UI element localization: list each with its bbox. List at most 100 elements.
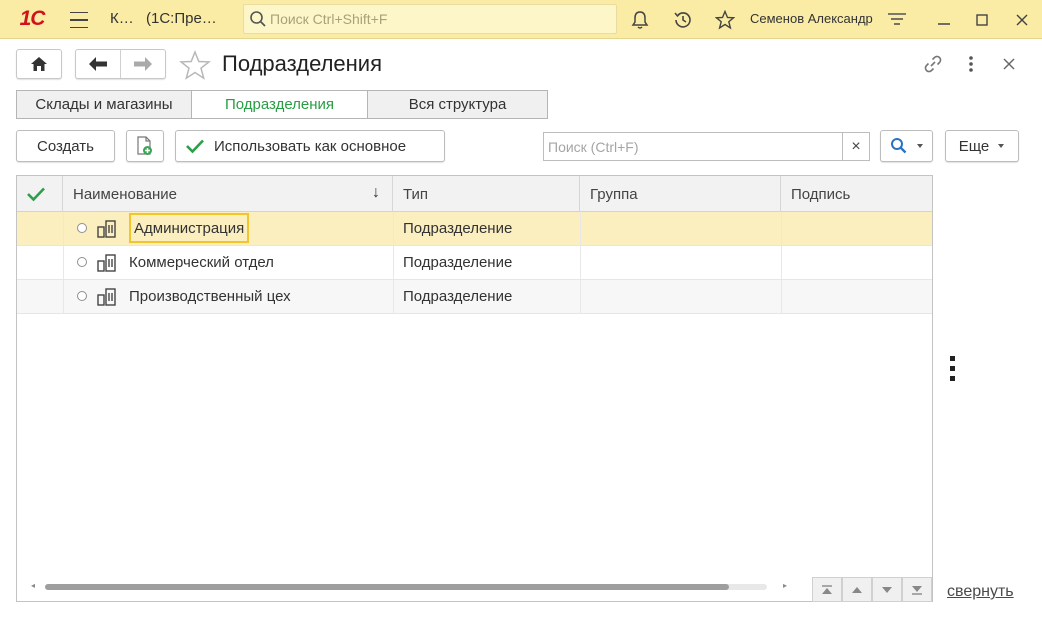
radio-marker (77, 291, 87, 301)
global-search-input[interactable]: Поиск Ctrl+Shift+F (243, 4, 617, 34)
cell-name[interactable]: Администрация (129, 213, 250, 243)
title-bar: 1С К… (1С:Пре… Поиск Ctrl+Shift+F Семено… (0, 0, 1042, 39)
use-as-main-label: Использовать как основное (214, 137, 407, 155)
cell-name: Коммерческий отдел (129, 254, 274, 271)
back-button[interactable] (76, 50, 121, 78)
column-group[interactable]: Группа (580, 176, 781, 212)
checkmark-icon (186, 139, 204, 154)
close-icon (1016, 14, 1028, 26)
home-icon (31, 57, 47, 71)
copy-button[interactable] (126, 130, 164, 162)
dropdown-arrow-icon (916, 144, 923, 148)
cell-name: Производственный цех (129, 288, 291, 305)
table-row[interactable]: Коммерческий отдел Подразделение (17, 246, 932, 280)
close-form-button[interactable] (998, 52, 1020, 76)
minimize-button[interactable] (932, 8, 956, 32)
main-menu-button[interactable] (66, 9, 92, 31)
forward-button[interactable] (121, 50, 166, 78)
column-type[interactable]: Тип (393, 176, 580, 212)
star-icon (715, 10, 735, 30)
global-search-placeholder: Поиск Ctrl+Shift+F (270, 11, 388, 27)
current-user[interactable]: Семенов Александр (750, 11, 873, 26)
notifications-button[interactable] (628, 8, 652, 32)
app-title: (1С:Пре… (146, 10, 217, 27)
history-icon (674, 12, 691, 28)
dropdown-arrow-icon (998, 144, 1005, 148)
move-to-top-button[interactable] (812, 577, 842, 602)
last-row-icon (912, 585, 922, 595)
window-more-button[interactable] (962, 52, 980, 76)
use-as-main-button[interactable]: Использовать как основное (175, 130, 445, 162)
section-tabs: Склады и магазины Подразделения Вся стру… (16, 90, 548, 119)
cell-type: Подразделение (403, 220, 513, 237)
department-icon (97, 220, 116, 238)
department-icon (97, 288, 116, 306)
first-row-icon (822, 584, 832, 594)
clear-search-button[interactable]: × (842, 133, 869, 160)
home-button[interactable] (16, 49, 62, 79)
column-name[interactable]: Наименование ↓ (63, 176, 393, 212)
arrow-up-icon (852, 586, 862, 593)
get-link-button[interactable] (921, 52, 945, 76)
move-to-bottom-button[interactable] (902, 577, 932, 602)
department-icon (97, 254, 116, 272)
departments-table[interactable]: Наименование ↓ Тип Группа Подпись Админи… (16, 175, 933, 602)
table-row[interactable]: Производственный цех Подразделение (17, 280, 932, 314)
arrow-right-icon (133, 57, 152, 71)
column-name-label: Наименование (73, 185, 177, 203)
app-short-name: К… (110, 10, 134, 27)
vertical-dots-icon (950, 356, 955, 361)
add-to-favorites-button[interactable] (178, 49, 212, 81)
move-up-button[interactable] (842, 577, 872, 602)
move-down-button[interactable] (872, 577, 902, 602)
page-title: Подразделения (222, 51, 382, 76)
tab-full-structure[interactable]: Вся структура (367, 90, 548, 119)
navigation-buttons (75, 49, 166, 79)
more-label: Еще (958, 137, 990, 155)
search-icon (890, 138, 906, 154)
arrow-down-icon (882, 586, 892, 593)
column-signature[interactable]: Подпись (781, 176, 932, 212)
create-button[interactable]: Создать (16, 130, 115, 162)
minimize-icon (938, 23, 950, 25)
cell-type: Подразделение (403, 288, 513, 305)
add-document-icon (137, 136, 152, 155)
arrow-left-icon (88, 57, 107, 71)
horizontal-scrollbar[interactable]: ◂ ▸ (31, 581, 787, 591)
search-options-button[interactable] (880, 130, 933, 162)
cell-type: Подразделение (403, 254, 513, 271)
close-icon (1003, 58, 1015, 70)
more-button[interactable]: Еще (945, 130, 1019, 162)
scroll-left-icon[interactable]: ◂ (31, 581, 35, 590)
table-header: Наименование ↓ Тип Группа Подпись (17, 176, 932, 212)
list-search-placeholder: Поиск (Ctrl+F) (548, 139, 639, 155)
search-icon (250, 11, 266, 27)
scroll-right-icon[interactable]: ▸ (783, 581, 787, 590)
side-panel-handle[interactable] (950, 356, 955, 386)
kebab-icon (969, 56, 973, 72)
bell-icon (631, 11, 649, 29)
checkmark-icon (27, 187, 45, 202)
scroll-thumb[interactable] (45, 584, 729, 590)
app-settings-button[interactable] (885, 8, 909, 32)
tab-warehouses[interactable]: Склады и магазины (16, 90, 192, 119)
sort-desc-icon: ↓ (372, 184, 380, 201)
maximize-button[interactable] (970, 8, 994, 32)
maximize-icon (976, 14, 988, 26)
table-row[interactable]: Администрация Подразделение (17, 212, 932, 246)
close-window-button[interactable] (1010, 8, 1034, 32)
collapse-link[interactable]: свернуть (947, 583, 1014, 601)
menu-icon (70, 12, 88, 14)
clear-icon: × (851, 137, 861, 155)
settings-lines-icon (888, 13, 906, 25)
history-button[interactable] (671, 8, 695, 32)
column-main-flag[interactable] (17, 176, 63, 212)
link-icon (924, 55, 942, 73)
radio-marker (77, 223, 87, 233)
tab-departments[interactable]: Подразделения (191, 90, 368, 119)
favorites-button[interactable] (713, 8, 737, 32)
star-outline-icon (179, 50, 211, 80)
list-search-input[interactable]: Поиск (Ctrl+F) × (543, 132, 870, 161)
logo-1c[interactable]: 1С (10, 7, 54, 31)
radio-marker (77, 257, 87, 267)
